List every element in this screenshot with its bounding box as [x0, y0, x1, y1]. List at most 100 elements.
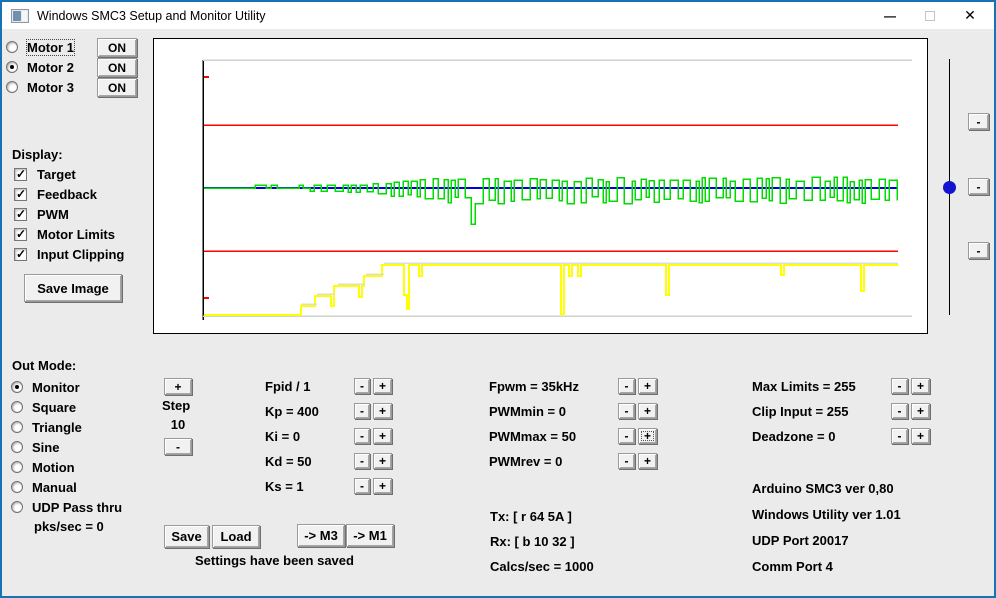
close-button[interactable]: ✕	[950, 2, 990, 29]
motor-3-radio[interactable]	[6, 81, 18, 93]
manual-label: Manual	[32, 479, 77, 495]
kd-plus-button[interactable]: +	[373, 453, 392, 469]
manual-radio[interactable]	[11, 481, 23, 493]
deadzone-minus-button[interactable]: -	[891, 428, 908, 444]
motor-3-label: Motor 3	[27, 79, 74, 95]
app-window: Windows SMC3 Setup and Monitor Utility —…	[0, 0, 996, 598]
pwmmin-minus-button[interactable]: -	[618, 403, 635, 419]
motor-limits-label: Motor Limits	[37, 226, 115, 242]
upper-limit-minus-button[interactable]: -	[968, 113, 989, 130]
minimize-button[interactable]: —	[870, 2, 910, 29]
save-button[interactable]: Save	[164, 525, 209, 548]
arduino-version: Arduino SMC3 ver 0,80	[752, 481, 894, 496]
sine-radio[interactable]	[11, 441, 23, 453]
fpwm-minus-button[interactable]: -	[618, 378, 635, 394]
motor-3-on-button[interactable]: ON	[97, 78, 137, 97]
motor-1-row: Motor 1	[6, 38, 75, 56]
save-image-button[interactable]: Save Image	[24, 274, 122, 302]
udp-pass-thru-radio[interactable]	[11, 501, 23, 513]
fpwm-value: Fpwm = 35kHz	[489, 379, 579, 394]
clip-input-plus-button[interactable]: +	[911, 403, 930, 419]
clip-input-minus-button[interactable]: -	[891, 403, 908, 419]
udp-pass-thru-label: UDP Pass thru	[32, 499, 123, 515]
pwmmax-plus-button[interactable]: +	[638, 428, 657, 444]
ks-minus-button[interactable]: -	[354, 478, 370, 494]
motor-2-label: Motor 2	[27, 59, 74, 75]
center-minus-button[interactable]: -	[968, 178, 989, 195]
maximize-icon	[925, 10, 935, 21]
display-pwm-row: PWM	[14, 206, 69, 222]
pwmmax-minus-button[interactable]: -	[618, 428, 635, 444]
client-area: Motor 1 Motor 2 Motor 3 ON ON ON Display…	[2, 29, 994, 596]
motor-2-radio[interactable]	[6, 61, 18, 73]
lower-limit-minus-button[interactable]: -	[968, 242, 989, 259]
step-value: 10	[170, 417, 186, 432]
display-feedback-row: Feedback	[14, 186, 97, 202]
motion-radio[interactable]	[11, 461, 23, 473]
square-label: Square	[32, 399, 77, 415]
display-input-clipping-row: Input Clipping	[14, 246, 124, 262]
motor-1-label: Motor 1	[26, 38, 75, 56]
monitor-radio[interactable]	[11, 381, 23, 393]
pwmmin-plus-button[interactable]: +	[638, 403, 657, 419]
target-checkbox[interactable]	[14, 167, 27, 181]
to-m3-button[interactable]: -> M3	[297, 524, 345, 547]
triangle-label: Triangle	[32, 419, 82, 435]
ki-value: Ki = 0	[265, 429, 301, 444]
kp-plus-button[interactable]: +	[373, 403, 392, 419]
step-plus-button[interactable]: +	[164, 378, 192, 395]
target-label: Target	[37, 166, 76, 182]
fpid-value: Fpid / 1	[265, 379, 311, 394]
offset-slider-handle[interactable]	[943, 181, 956, 194]
rx-value: Rx: [ b 10 32 ]	[490, 534, 575, 549]
ks-plus-button[interactable]: +	[373, 478, 392, 494]
ks-value: Ks = 1	[265, 479, 304, 494]
pwm-label: PWM	[37, 206, 69, 222]
step-minus-button[interactable]: -	[164, 438, 192, 455]
pwmmin-value: PWMmin = 0	[489, 404, 566, 419]
out-mode-heading: Out Mode:	[12, 358, 77, 373]
pwm-checkbox[interactable]	[14, 207, 27, 221]
motor-3-row: Motor 3	[6, 79, 74, 95]
window-title: Windows SMC3 Setup and Monitor Utility	[37, 8, 266, 23]
title-bar: Windows SMC3 Setup and Monitor Utility —…	[2, 2, 994, 29]
kd-minus-button[interactable]: -	[354, 453, 370, 469]
input-clipping-label: Input Clipping	[37, 246, 125, 262]
deadzone-plus-button[interactable]: +	[911, 428, 930, 444]
square-radio[interactable]	[11, 401, 23, 413]
kp-minus-button[interactable]: -	[354, 403, 370, 419]
max-limits-plus-button[interactable]: +	[911, 378, 930, 394]
ki-minus-button[interactable]: -	[354, 428, 370, 444]
input-clipping-checkbox[interactable]	[14, 247, 27, 261]
outmode-triangle-row: Triangle	[11, 419, 82, 435]
pks-per-sec-value: pks/sec = 0	[34, 519, 104, 534]
motor-1-on-button[interactable]: ON	[97, 38, 137, 57]
fpwm-plus-button[interactable]: +	[638, 378, 657, 394]
pwmrev-plus-button[interactable]: +	[638, 453, 657, 469]
fpid-minus-button[interactable]: -	[354, 378, 370, 394]
kp-value: Kp = 400	[265, 404, 319, 419]
outmode-sine-row: Sine	[11, 439, 59, 455]
max-limits-minus-button[interactable]: -	[891, 378, 908, 394]
motor-2-row: Motor 2	[6, 59, 74, 75]
max-limits-value: Max Limits = 255	[752, 379, 856, 394]
outmode-udp-row: UDP Pass thru	[11, 499, 122, 515]
feedback-checkbox[interactable]	[14, 187, 27, 201]
sine-label: Sine	[32, 439, 60, 455]
motion-label: Motion	[32, 459, 75, 475]
fpid-plus-button[interactable]: +	[373, 378, 392, 394]
to-m1-button[interactable]: -> M1	[346, 524, 394, 547]
motor-1-radio[interactable]	[6, 41, 18, 53]
pwmmax-value: PWMmax = 50	[489, 429, 577, 444]
monitor-label: Monitor	[32, 379, 80, 395]
clip-input-value: Clip Input = 255	[752, 404, 849, 419]
motor-2-on-button[interactable]: ON	[97, 58, 137, 77]
load-button[interactable]: Load	[212, 525, 260, 548]
outmode-monitor-row: Monitor	[11, 379, 80, 395]
pwmrev-minus-button[interactable]: -	[618, 453, 635, 469]
ki-plus-button[interactable]: +	[373, 428, 392, 444]
calcs-per-sec-value: Calcs/sec = 1000	[490, 559, 594, 574]
motor-limits-checkbox[interactable]	[14, 227, 27, 241]
triangle-radio[interactable]	[11, 421, 23, 433]
pwmrev-value: PWMrev = 0	[489, 454, 563, 469]
